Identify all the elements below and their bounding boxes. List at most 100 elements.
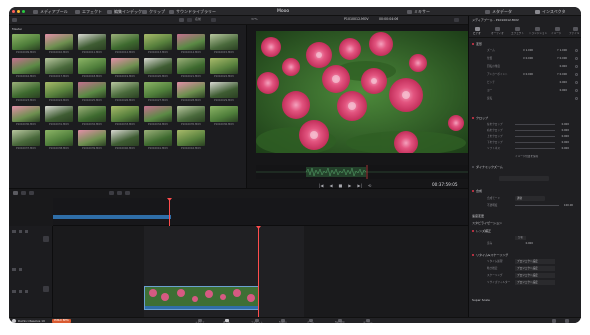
tab-file[interactable]: ファイル bbox=[569, 32, 579, 36]
trim-tool-icon[interactable] bbox=[21, 191, 26, 195]
settings-gear-icon[interactable] bbox=[565, 319, 569, 323]
bin-list-icon[interactable] bbox=[12, 18, 17, 22]
minimize-window-button[interactable] bbox=[17, 10, 20, 13]
blade-tool-icon[interactable] bbox=[29, 191, 34, 195]
section-enabled-dot[interactable] bbox=[472, 117, 474, 119]
clip-thumbnail[interactable] bbox=[111, 58, 139, 74]
page-tab-color[interactable]: カラー bbox=[307, 318, 314, 323]
audio-tab-icon[interactable] bbox=[495, 27, 500, 31]
upper-timeline-clip[interactable] bbox=[53, 215, 171, 219]
clip-thumbnail[interactable] bbox=[144, 34, 172, 50]
clip-thumbnail[interactable] bbox=[78, 130, 106, 146]
crop-slider[interactable] bbox=[515, 148, 555, 149]
clip-thumbnail[interactable] bbox=[12, 58, 40, 74]
clip-thumbnail[interactable] bbox=[177, 58, 205, 74]
analyze-button[interactable]: 分析 bbox=[515, 236, 527, 240]
lock-icon[interactable] bbox=[19, 230, 22, 233]
edit-index-tab[interactable]: 編集インデックス bbox=[107, 9, 146, 15]
section-enabled-dot[interactable] bbox=[472, 190, 474, 192]
viewer-frame[interactable] bbox=[256, 31, 468, 153]
file-tab-icon[interactable] bbox=[573, 27, 578, 31]
reset-icon[interactable] bbox=[575, 57, 578, 60]
tab-transition[interactable]: トランジション bbox=[529, 32, 547, 36]
clip-thumbnail[interactable] bbox=[78, 58, 106, 74]
clip-thumbnail[interactable] bbox=[210, 106, 238, 122]
page-tab-deliver[interactable]: デリバー bbox=[363, 318, 373, 323]
viewer-options-icon[interactable] bbox=[454, 18, 459, 22]
page-tab-fairlight[interactable]: Fairlight bbox=[335, 318, 345, 323]
transform-x-value[interactable]: X 0.000 bbox=[519, 73, 533, 76]
transform-y-value[interactable]: Y 1.000 bbox=[553, 49, 567, 52]
transition-tab-icon[interactable] bbox=[535, 27, 540, 31]
clip-thumbnail[interactable] bbox=[45, 106, 73, 122]
speed-change-section-header[interactable]: 速度変更 bbox=[472, 214, 484, 218]
crop-value[interactable]: 0.000 bbox=[555, 147, 569, 150]
track-a1-icon[interactable] bbox=[12, 268, 16, 271]
stabilization-section-header[interactable]: スタビライゼーション bbox=[472, 221, 502, 225]
tab-video[interactable]: ビデオ bbox=[473, 32, 481, 36]
clip-thumbnail[interactable] bbox=[144, 130, 172, 146]
transform-x-value[interactable]: X 0.000 bbox=[519, 57, 533, 60]
retain-image-position-checkbox[interactable]: イメージ位置を保持 bbox=[515, 155, 538, 159]
crop-slider[interactable] bbox=[515, 136, 555, 137]
reset-icon[interactable] bbox=[575, 73, 578, 76]
clip-thumbnail[interactable] bbox=[78, 106, 106, 122]
section-enabled-dot[interactable] bbox=[472, 230, 474, 232]
image-tab-icon[interactable] bbox=[555, 27, 560, 31]
tab-audio[interactable]: オーディオ bbox=[491, 32, 504, 36]
retime-section-header[interactable]: リタイム&スケーリング bbox=[472, 253, 508, 257]
transform-y-value[interactable]: 0.000 bbox=[553, 81, 567, 84]
section-enabled-dot[interactable] bbox=[472, 254, 474, 256]
clip-thumbnail[interactable] bbox=[210, 82, 238, 98]
retime-select[interactable]: プロジェクト設定 bbox=[515, 266, 555, 271]
transform-y-value[interactable]: 0.000 bbox=[553, 65, 567, 68]
video-tab-icon[interactable] bbox=[475, 27, 480, 31]
retime-select[interactable]: プロジェクト設定 bbox=[515, 280, 555, 285]
tab-effects[interactable]: エフェクト bbox=[511, 32, 524, 36]
clip-thumbnail[interactable] bbox=[144, 106, 172, 122]
eye-icon[interactable] bbox=[25, 290, 28, 293]
clip-thumbnail[interactable] bbox=[210, 58, 238, 74]
overwrite-clip-icon[interactable] bbox=[117, 191, 122, 195]
transform-y-value[interactable]: 0.000 bbox=[553, 89, 567, 92]
opacity-slider[interactable] bbox=[515, 205, 559, 206]
clip-thumbnail[interactable] bbox=[78, 82, 106, 98]
metadata-tab[interactable]: メタデータ bbox=[485, 9, 512, 15]
transform-x-value[interactable]: X 1.000 bbox=[519, 49, 533, 52]
track-v1-icon[interactable] bbox=[12, 230, 16, 233]
transform-section-header[interactable]: 変形 bbox=[472, 42, 482, 46]
effects-tab-icon[interactable] bbox=[515, 27, 520, 31]
replace-clip-icon[interactable] bbox=[125, 191, 130, 195]
search-icon[interactable] bbox=[211, 18, 216, 22]
insert-clip-icon[interactable] bbox=[109, 191, 114, 195]
clip-thumbnail[interactable] bbox=[144, 82, 172, 98]
clip-thumbnail[interactable] bbox=[177, 130, 205, 146]
clip-thumbnail[interactable] bbox=[12, 106, 40, 122]
timeline-clip[interactable] bbox=[144, 286, 259, 310]
reset-icon[interactable] bbox=[575, 97, 578, 100]
section-disabled-dot[interactable] bbox=[472, 166, 474, 168]
clip-thumbnail[interactable] bbox=[177, 106, 205, 122]
grid-view-icon[interactable] bbox=[179, 18, 184, 22]
crop-value[interactable]: 0.000 bbox=[555, 135, 569, 138]
bin-master[interactable]: Master bbox=[12, 27, 22, 31]
list-view-icon[interactable] bbox=[187, 18, 192, 22]
tab-image[interactable]: イメージ bbox=[551, 32, 561, 36]
clip-thumbnail[interactable] bbox=[45, 34, 73, 50]
upper-timeline[interactable] bbox=[53, 198, 468, 226]
retime-select[interactable]: プロジェクト設定 bbox=[515, 259, 555, 264]
crop-slider[interactable] bbox=[515, 142, 555, 143]
page-tab-cut[interactable]: カット bbox=[223, 318, 230, 323]
effects-tab[interactable]: エフェクト bbox=[75, 9, 102, 15]
mixer-tab[interactable]: ミキサー bbox=[407, 9, 430, 15]
clip-thumbnail[interactable] bbox=[210, 34, 238, 50]
track-color-chip[interactable] bbox=[43, 286, 49, 292]
track-color-chip[interactable] bbox=[43, 236, 49, 242]
clip-thumbnail[interactable] bbox=[12, 130, 40, 146]
sort-label[interactable]: 名前 bbox=[195, 17, 201, 22]
section-enabled-dot[interactable] bbox=[472, 43, 474, 45]
clip-thumbnail[interactable] bbox=[12, 34, 40, 50]
clip-thumbnail[interactable] bbox=[45, 58, 73, 74]
crop-slider[interactable] bbox=[515, 130, 555, 131]
clip-thumbnail[interactable] bbox=[177, 34, 205, 50]
